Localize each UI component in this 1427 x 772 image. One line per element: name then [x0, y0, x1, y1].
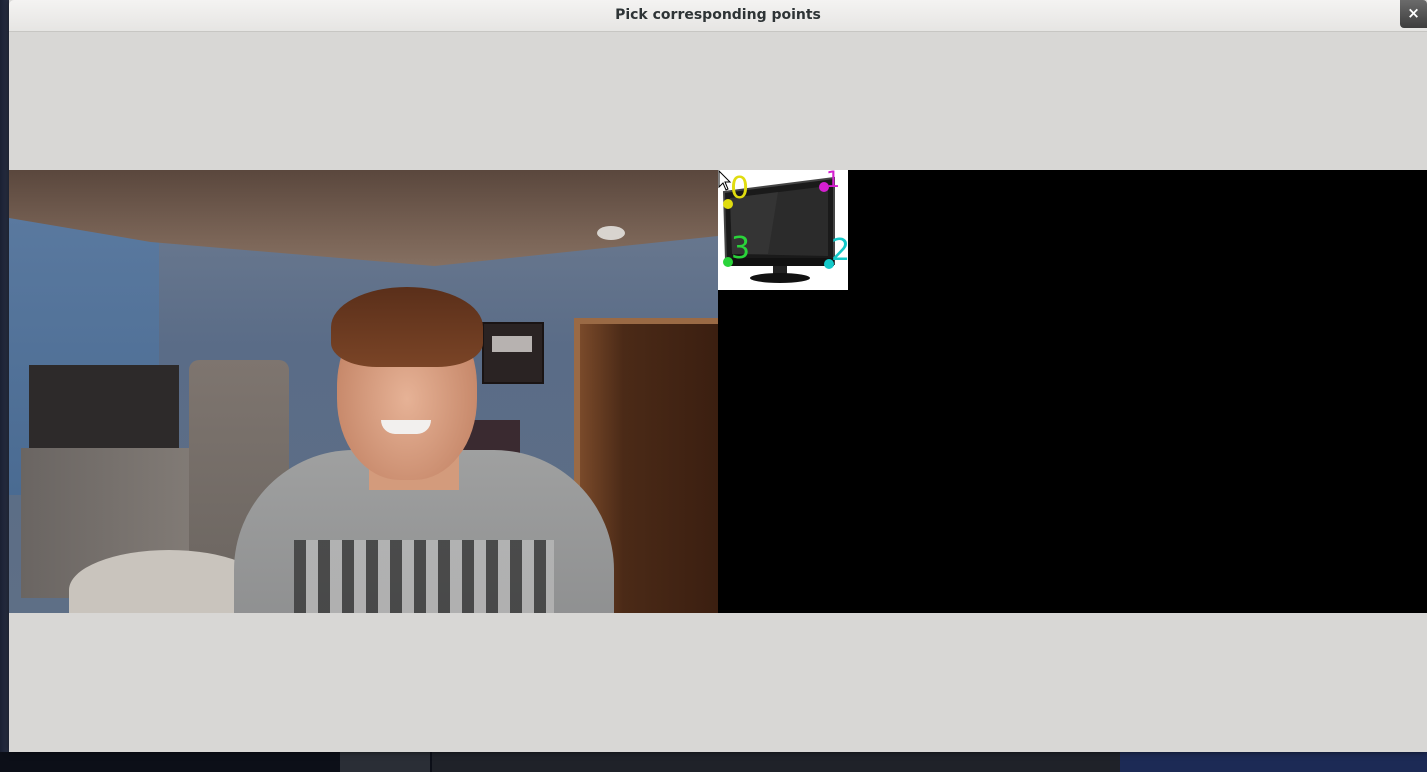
target-image[interactable]: 0 1 2 3 — [718, 168, 850, 290]
person-smile — [381, 420, 431, 434]
taskbar-item[interactable] — [1120, 752, 1427, 772]
close-button[interactable]: × — [1400, 0, 1427, 28]
point-label-3: 3 — [731, 231, 751, 266]
webcam-frame[interactable] — [9, 170, 718, 613]
image-canvas[interactable]: 0 1 2 3 — [9, 168, 1427, 613]
taskbar-item[interactable] — [432, 752, 1120, 772]
shelf — [29, 365, 179, 450]
window-titlebar[interactable]: Pick corresponding points × — [9, 0, 1427, 32]
taskbar-item[interactable] — [340, 752, 430, 772]
desktop-edge — [0, 0, 9, 772]
taskbar — [0, 752, 1427, 772]
app-window: Pick corresponding points × 0 1 2 3 — [9, 0, 1427, 752]
point-label-1: 1 — [826, 168, 840, 193]
smoke-detector — [597, 226, 625, 240]
mouse-pointer-icon — [718, 170, 732, 191]
point-label-0: 0 — [730, 171, 750, 206]
wall-clock — [482, 322, 544, 384]
close-icon: × — [1407, 4, 1420, 22]
empty-canvas-region[interactable] — [848, 170, 1427, 613]
person-hair — [331, 287, 483, 367]
window-title: Pick corresponding points — [615, 7, 821, 23]
shirt-print — [294, 540, 554, 613]
